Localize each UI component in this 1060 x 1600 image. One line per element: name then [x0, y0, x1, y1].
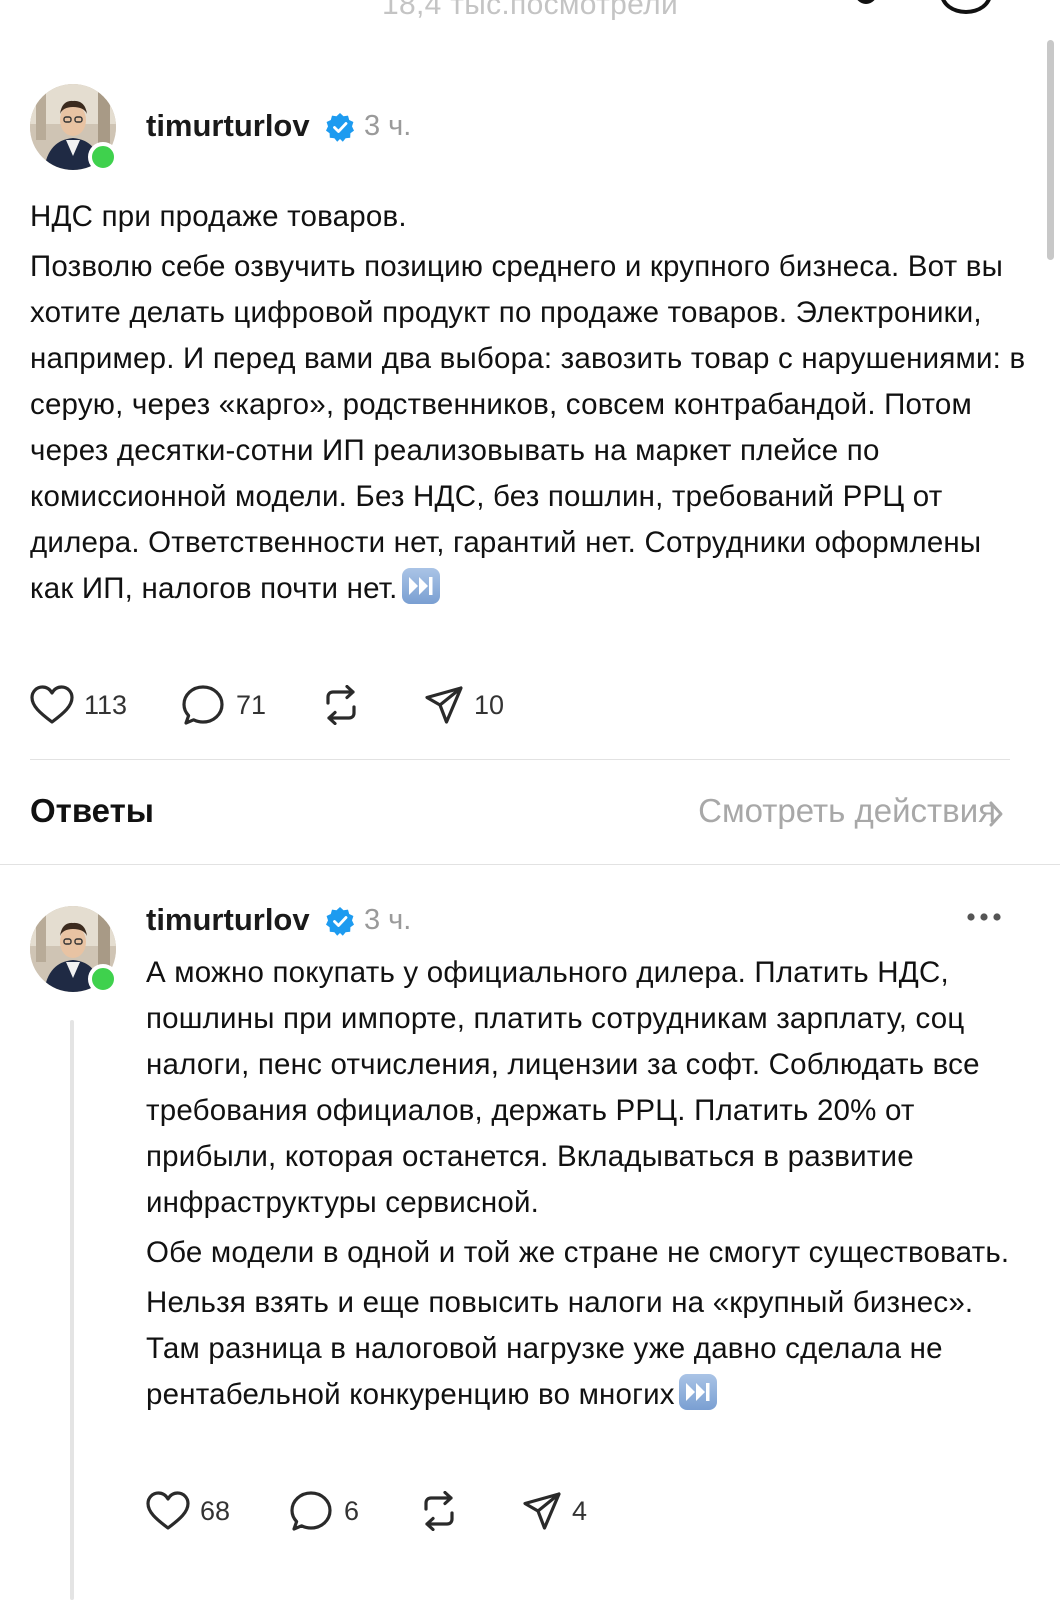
- reply-body: А можно покупать у официального дилера. …: [146, 950, 1016, 1418]
- chevron-right-icon[interactable]: [988, 800, 1004, 828]
- view-activity-link[interactable]: Смотреть действия: [698, 792, 996, 830]
- share-icon: [425, 686, 463, 724]
- online-status-dot: [88, 964, 118, 994]
- views-count: 18,4 тыс.посмотрели: [381, 0, 679, 21]
- reply-time: 3 ч.: [364, 904, 412, 936]
- post-time: 3 ч.: [364, 110, 412, 142]
- post-username[interactable]: timurturlov: [146, 108, 310, 144]
- comment-button[interactable]: 6: [290, 1488, 359, 1534]
- like-count: 113: [84, 689, 128, 720]
- online-status-dot: [88, 142, 118, 172]
- comment-icon: [182, 685, 224, 725]
- like-button[interactable]: 68: [146, 1488, 230, 1534]
- replies-title: Ответы: [30, 792, 154, 829]
- reply-paragraph: Нельзя взять и еще повысить налоги на «к…: [146, 1286, 974, 1411]
- share-icon: [523, 1492, 561, 1530]
- more-icon[interactable]: [966, 912, 1002, 922]
- verified-badge-icon: [326, 907, 354, 936]
- skip-forward-emoji[interactable]: [401, 568, 440, 604]
- heart-icon: [146, 1491, 190, 1530]
- reply-actions: 68 6 4: [146, 1488, 746, 1534]
- like-count: 68: [200, 1495, 231, 1526]
- repost-button[interactable]: [418, 1488, 460, 1534]
- repost-icon: [424, 1491, 454, 1531]
- repost-button[interactable]: [320, 682, 362, 728]
- divider: [0, 864, 1060, 865]
- heart-icon: [30, 685, 74, 724]
- post-paragraph: Позволю себе озвучить позицию среднего и…: [30, 250, 1026, 605]
- repost-icon: [326, 685, 356, 725]
- post-paragraph: НДС при продаже товаров.: [30, 200, 407, 233]
- share-count: 4: [572, 1495, 588, 1526]
- verified-badge-icon: [326, 113, 354, 142]
- comment-button[interactable]: 71: [182, 682, 266, 728]
- comment-icon: [290, 1491, 332, 1531]
- post-actions: 113 71 10: [30, 682, 630, 728]
- like-button[interactable]: 113: [30, 682, 127, 728]
- share-button[interactable]: 4: [522, 1488, 587, 1534]
- comment-count: 71: [236, 689, 267, 720]
- share-count: 10: [474, 689, 505, 720]
- scrollbar[interactable]: [1047, 40, 1054, 260]
- reply-paragraph: А можно покупать у официального дилера. …: [146, 956, 980, 1219]
- share-button[interactable]: 10: [424, 682, 504, 728]
- comment-count: 6: [344, 1495, 360, 1526]
- reply-paragraph: Обе модели в одной и той же стране не см…: [146, 1236, 1010, 1269]
- skip-forward-emoji[interactable]: [678, 1374, 717, 1410]
- post-body: НДС при продаже товаров. Позволю себе оз…: [30, 194, 1030, 612]
- thread-line: [70, 1020, 74, 1600]
- divider: [30, 759, 1010, 760]
- reply-username[interactable]: timurturlov: [146, 902, 310, 938]
